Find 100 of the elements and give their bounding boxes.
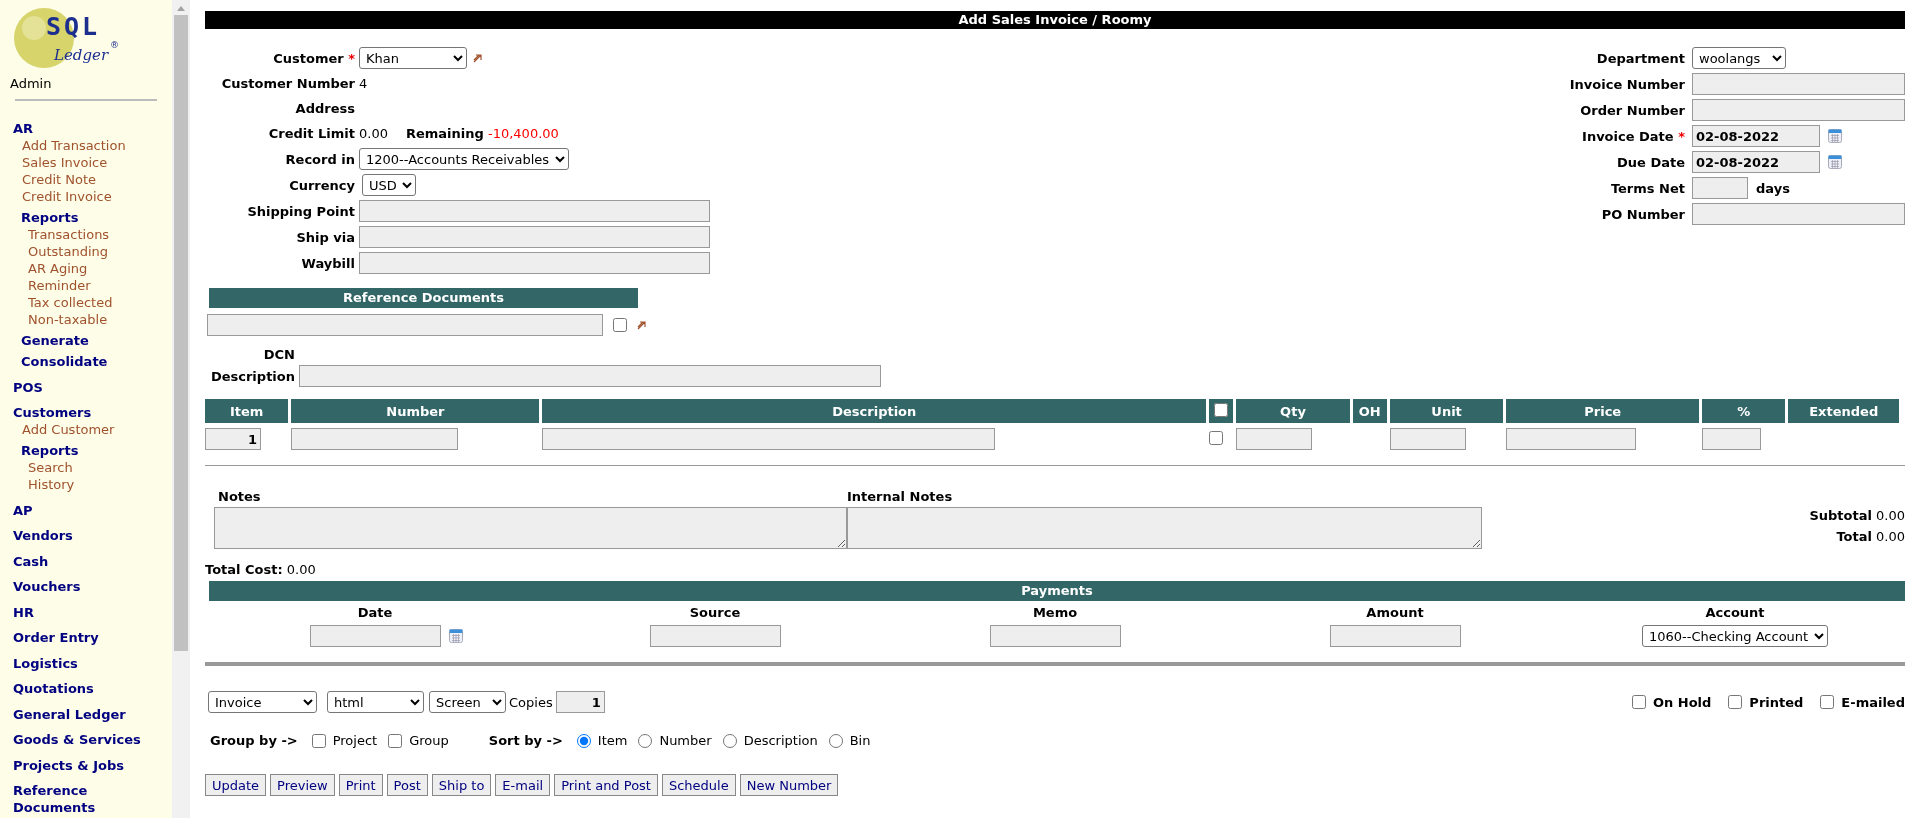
input-field[interactable] [359, 200, 710, 222]
menu-link[interactable]: Reminder [28, 277, 172, 294]
format-select[interactable]: Screen [429, 691, 506, 713]
copies-field[interactable]: 1 [555, 691, 605, 713]
checkbox[interactable] [1820, 695, 1835, 709]
account-select[interactable]: 1060--Checking Account [1642, 625, 1828, 647]
action-button[interactable]: Preview [270, 774, 335, 796]
action-button[interactable]: Ship to [431, 774, 492, 796]
scrollbar[interactable] [172, 0, 190, 818]
menu-link[interactable]: Transactions [28, 226, 172, 243]
checkbox[interactable] [1728, 695, 1743, 709]
calendar-icon[interactable] [1828, 129, 1842, 143]
input-field[interactable] [359, 226, 710, 248]
action-button[interactable]: Post [386, 774, 428, 796]
input-field[interactable] [1389, 428, 1466, 450]
menu-section[interactable]: Cash [13, 552, 163, 570]
menu-section[interactable]: Projects & Jobs [13, 756, 163, 774]
input-field[interactable] [1329, 625, 1461, 647]
action-button[interactable]: Schedule [661, 774, 736, 796]
menu-link[interactable]: AR Aging [28, 260, 172, 277]
checkbox[interactable] [1209, 430, 1224, 445]
item-field[interactable]: 1 [205, 428, 261, 450]
input-field[interactable] [359, 252, 710, 274]
menu-section[interactable]: Vendors [13, 527, 163, 544]
action-button[interactable]: Print [338, 774, 383, 796]
radio-button[interactable] [722, 733, 737, 748]
date-field[interactable]: 02-08-2022 [1692, 151, 1820, 173]
input-field[interactable] [1236, 428, 1313, 450]
menu-link[interactable]: Credit Note [22, 171, 172, 188]
menu-section[interactable]: HR [13, 603, 163, 621]
column-header: % [1702, 399, 1786, 423]
notes-field[interactable] [214, 507, 847, 549]
menu-heading[interactable]: Generate [21, 332, 172, 349]
input-field[interactable] [1692, 177, 1748, 199]
radio-button[interactable] [576, 733, 591, 748]
field-label: days [1756, 180, 1790, 196]
menu-section[interactable]: AP [13, 501, 163, 519]
action-button[interactable]: New Number [739, 774, 839, 796]
input-field[interactable] [1506, 428, 1637, 450]
menu-heading[interactable]: Reports [21, 209, 172, 226]
menu-section[interactable]: Customers [13, 404, 163, 421]
menu-section[interactable]: Logistics [13, 654, 163, 672]
menu-section[interactable]: AR [13, 120, 163, 137]
menu-link[interactable]: Sales Invoice [22, 154, 172, 171]
format-select[interactable]: Invoice [208, 691, 317, 713]
input-field[interactable] [1692, 99, 1905, 121]
menu-section[interactable]: General Ledger [13, 705, 163, 723]
currency-select[interactable]: USD [362, 174, 416, 196]
input-field[interactable] [1702, 428, 1762, 450]
input-field[interactable] [299, 365, 881, 387]
menu-link[interactable]: Add Customer [22, 421, 172, 438]
date-field[interactable] [309, 625, 441, 647]
action-button[interactable]: E-mail [495, 774, 551, 796]
customer-select[interactable]: Khan [359, 47, 467, 69]
menu-link[interactable]: Tax collected [28, 294, 172, 311]
field-label: Internal Notes [847, 489, 954, 504]
arrow-icon[interactable] [473, 53, 483, 63]
menu-link[interactable]: Credit Invoice [22, 188, 172, 205]
menu-link[interactable]: Add Transaction [22, 137, 172, 154]
menu-section[interactable]: POS [13, 378, 163, 396]
department-select[interactable]: woolangs [1692, 47, 1786, 69]
field-label: Invoice Date * [1582, 128, 1685, 144]
checkbox[interactable] [311, 733, 326, 748]
format-select[interactable]: html [327, 691, 424, 713]
field-label: Description [210, 368, 295, 384]
input-field[interactable] [207, 314, 603, 336]
menu-link[interactable]: Outstanding [28, 243, 172, 260]
input-field[interactable] [989, 625, 1121, 647]
checkbox[interactable] [1631, 695, 1646, 709]
action-button[interactable]: Print and Post [554, 774, 658, 796]
arrow-icon[interactable] [637, 320, 647, 330]
menu-heading[interactable]: Reports [21, 442, 172, 459]
menu-link[interactable]: Non-taxable [28, 311, 172, 328]
column-header: Price [1506, 399, 1700, 423]
menu-section[interactable]: Goods & Services [13, 731, 163, 748]
input-field[interactable] [542, 428, 996, 450]
input-field[interactable] [291, 428, 459, 450]
radio-button[interactable] [828, 733, 843, 748]
checkbox[interactable] [1214, 402, 1229, 417]
calendar-icon[interactable] [1828, 155, 1842, 169]
menu-link[interactable]: History [28, 476, 172, 493]
scroll-up-icon[interactable] [177, 6, 185, 11]
menu-section[interactable]: Order Entry [13, 629, 163, 646]
menu-link[interactable]: Search [28, 459, 172, 476]
action-button[interactable]: Update [205, 774, 267, 796]
input-field[interactable] [649, 625, 781, 647]
date-field[interactable]: 02-08-2022 [1692, 125, 1820, 147]
account-select[interactable]: 1200--Accounts Receivables [359, 148, 569, 170]
menu-section[interactable]: Quotations [13, 680, 163, 697]
menu-heading[interactable]: Consolidate [21, 353, 172, 370]
radio-button[interactable] [638, 733, 653, 748]
notes-field[interactable] [847, 507, 1482, 549]
checkbox[interactable] [613, 318, 627, 332]
column-header: Account [1705, 604, 1765, 621]
menu-section[interactable]: Vouchers [13, 578, 163, 595]
input-field[interactable] [1692, 203, 1905, 225]
menu-section[interactable]: Reference Documents [13, 782, 163, 816]
input-field[interactable] [1692, 73, 1905, 95]
calendar-icon[interactable] [448, 629, 463, 643]
checkbox[interactable] [388, 733, 403, 748]
